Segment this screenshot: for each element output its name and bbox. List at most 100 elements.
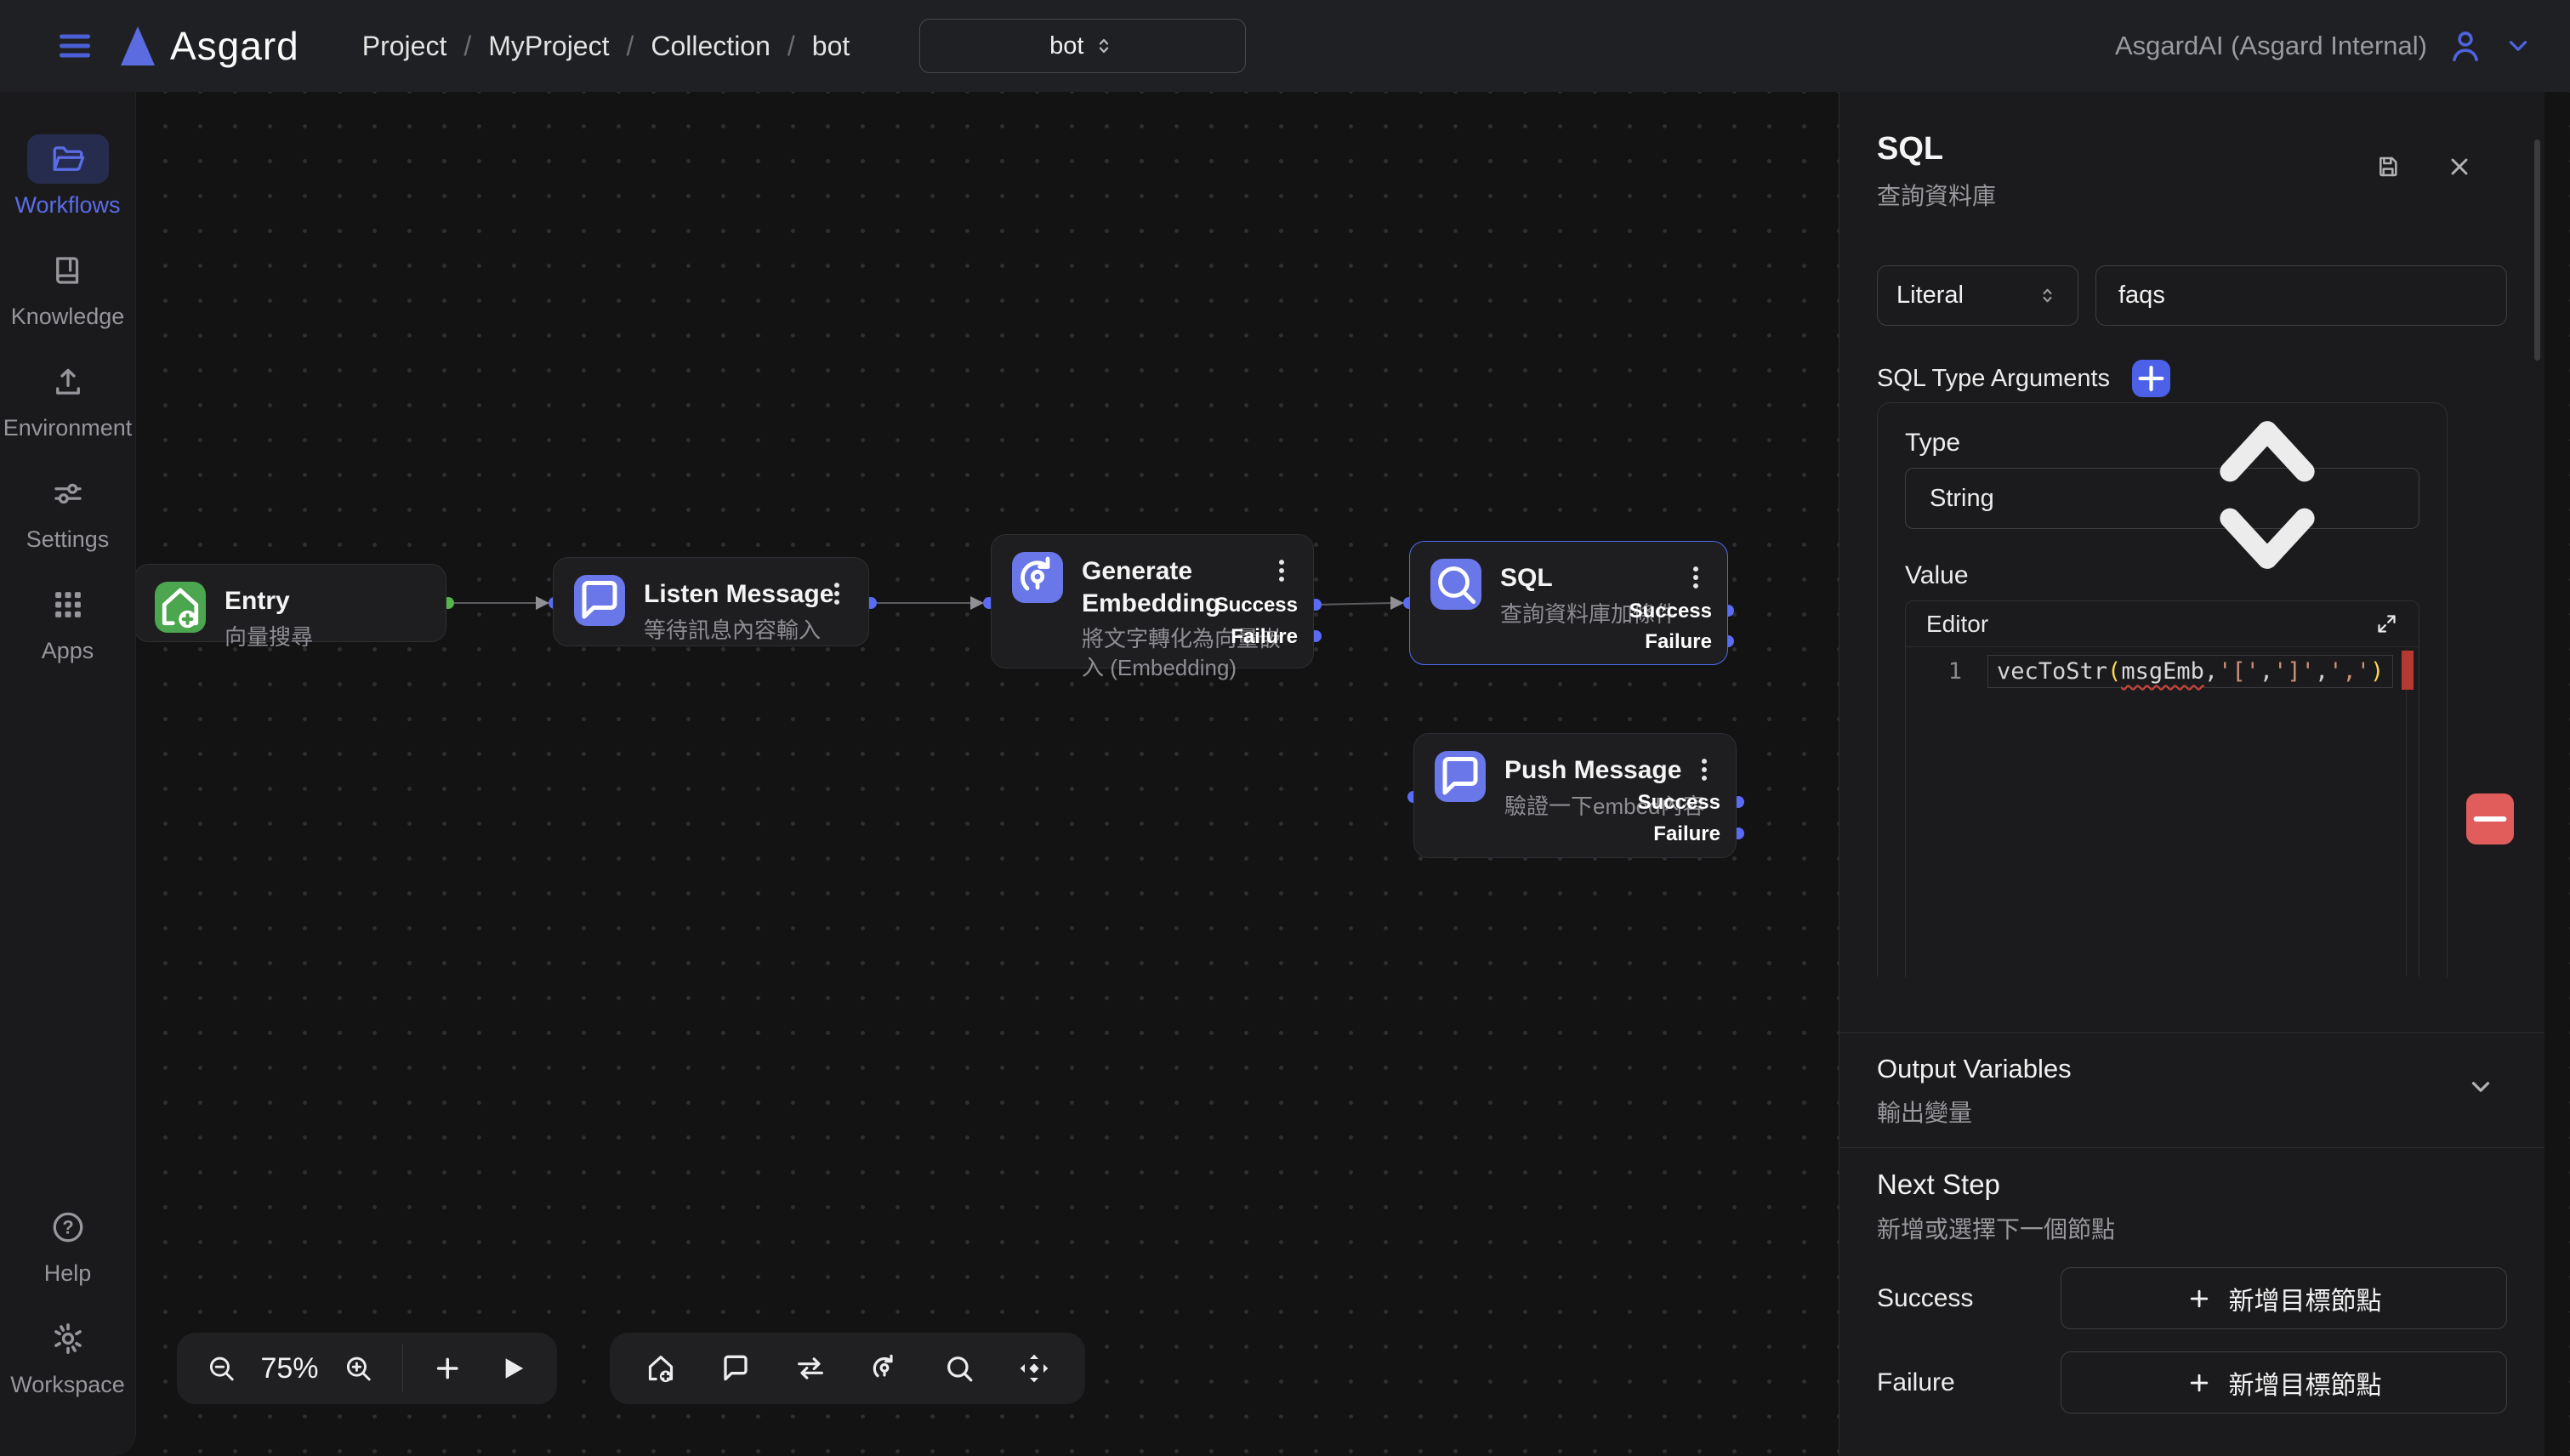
grid-icon (50, 587, 86, 623)
kebab-menu-icon[interactable] (822, 577, 851, 611)
folder-icon (50, 141, 86, 177)
bulb-refresh-icon (1012, 552, 1063, 603)
sidebar-item-workflows[interactable]: Workflows (0, 134, 136, 219)
editor-overview-ruler (2406, 649, 2407, 976)
value-label: Value (1905, 561, 2419, 590)
toolbar-chat-icon[interactable] (719, 1351, 753, 1385)
hamburger-menu-icon[interactable] (54, 26, 95, 66)
output-port-label-success: Success (1638, 791, 1720, 815)
zoom-out-button[interactable] (206, 1351, 237, 1385)
sql-type-arguments-label: SQL Type Arguments (1877, 365, 2110, 393)
editor-title: Editor (1926, 611, 1988, 638)
add-target-node-label: 新增目標節點 (2229, 1280, 2382, 1317)
output-port-label-failure: Failure (1231, 625, 1298, 649)
code-content: vecToStr(msgEmb,'[',']',',') (1987, 655, 2393, 688)
add-target-node-button[interactable]: 新增目標節點 (2061, 1351, 2507, 1413)
sidebar-item-environment[interactable]: Environment (0, 357, 136, 441)
breadcrumb-item-project[interactable]: Project (362, 31, 447, 62)
code-token: msgEmb (2121, 658, 2204, 685)
literal-select-value: Literal (1896, 282, 1964, 310)
sidebar-footer: ?Help Workspace (0, 1203, 136, 1456)
plus-icon (2186, 1370, 2212, 1396)
panel-subtitle: 查詢資料庫 (1877, 178, 2507, 212)
sidebar-item-knowledge[interactable]: Knowledge (0, 246, 136, 330)
code-token: ( (2107, 658, 2121, 685)
output-port-label-failure: Failure (1653, 822, 1720, 846)
kebab-menu-icon[interactable] (1267, 554, 1296, 588)
chevron-updown-icon (1092, 34, 1116, 58)
sidebar-item-apps[interactable]: Apps (0, 580, 136, 664)
editor-header: Editor (1906, 601, 2419, 647)
toolbar-house-plus-icon[interactable] (644, 1351, 678, 1385)
breadcrumb-separator: / (626, 31, 634, 62)
node-entry[interactable]: Entry向量搜尋 (134, 564, 446, 642)
sidebar-item-settings[interactable]: Settings (0, 469, 136, 553)
toolbar-swap-icon[interactable] (793, 1351, 827, 1385)
sidebar-item-label: Apps (42, 638, 94, 664)
line-number: 1 (1906, 658, 1987, 685)
toolbar-search-icon[interactable] (942, 1351, 976, 1385)
book-icon (50, 253, 86, 288)
breadcrumb-item-collection[interactable]: Collection (651, 31, 770, 62)
literal-type-select[interactable]: Literal (1877, 265, 2078, 326)
breadcrumb-item-myproject[interactable]: MyProject (488, 31, 609, 62)
panel-header: SQL 查詢資料庫 (1839, 92, 2544, 212)
code-editor[interactable]: Editor 1 vecToStr(msgEmb,'[',']',',') (1905, 600, 2419, 977)
toolbar-move-icon[interactable] (1017, 1351, 1051, 1385)
account-chevron-down-icon[interactable] (2504, 31, 2533, 60)
node-subtitle: 等待訊息內容輸入 (644, 617, 833, 646)
sidebar-item-label: Workflows (14, 192, 120, 219)
top-navbar: Asgard Project/MyProject/Collection/bot … (0, 0, 2570, 92)
node-subtitle: 向量搜尋 (225, 623, 313, 652)
next-step-title: Next Step (1877, 1169, 2507, 1201)
next-step-row-failure: Failure新增目標節點 (1877, 1351, 2507, 1413)
gear-icon (50, 1321, 86, 1356)
output-port-label-success: Success (1215, 594, 1298, 617)
type-select[interactable]: String (1905, 468, 2419, 529)
node-generate-embedding[interactable]: Generate Embedding將文字轉化為向量嵌入 (Embedding)… (991, 534, 1314, 668)
breadcrumb-item-bot[interactable]: bot (812, 31, 850, 62)
node-title: Listen Message (644, 578, 833, 611)
panel-body: Literal faqs SQL Type Arguments Type Str… (1839, 212, 2544, 977)
output-variables-title: Output Variables (1877, 1054, 2507, 1084)
code-token: ']' (2273, 658, 2315, 685)
type-select-value: String (1930, 485, 1994, 513)
add-target-node-button[interactable]: 新增目標節點 (2061, 1267, 2507, 1329)
remove-argument-button[interactable] (2466, 793, 2514, 845)
sidebar-item-label: Knowledge (11, 304, 125, 330)
output-port-label-success: Success (1629, 600, 1712, 623)
output-variables-section: Output Variables 輸出變量 (1839, 1032, 2544, 1147)
logo-triangle-icon (117, 24, 158, 68)
zoom-in-button[interactable] (343, 1351, 374, 1385)
close-icon[interactable] (2446, 153, 2473, 180)
sidebar-item-help[interactable]: ?Help (0, 1203, 136, 1287)
user-avatar-icon[interactable] (2446, 26, 2485, 65)
workflow-select[interactable]: bot (919, 19, 1246, 73)
code-line[interactable]: 1 vecToStr(msgEmb,'[',']',',') (1906, 655, 2419, 688)
node-push-message[interactable]: Push Message驗證一下embed內容SuccessFailure (1413, 733, 1737, 858)
upload-icon (50, 364, 86, 400)
code-token: , (2204, 658, 2218, 685)
collapse-chevron-icon[interactable] (2466, 1072, 2495, 1101)
sidebar-item-label: Help (44, 1260, 92, 1287)
argument-card: Type String Value Editor 1 vecToStr(msgE… (1877, 402, 2448, 977)
breadcrumb: Project/MyProject/Collection/bot (362, 31, 850, 62)
sliders-icon (50, 475, 86, 511)
expand-editor-icon[interactable] (2375, 612, 2398, 635)
kebab-menu-icon[interactable] (1681, 560, 1710, 594)
node-listen-message[interactable]: Listen Message 等待訊息內容輸入 (553, 557, 869, 646)
toolbar-bulb-refresh-icon[interactable] (867, 1351, 901, 1385)
code-token: ',' (2328, 658, 2370, 685)
save-icon[interactable] (2374, 153, 2402, 180)
value-name-input[interactable]: faqs (2095, 265, 2507, 326)
add-button[interactable] (432, 1351, 463, 1385)
house-plus-icon (155, 582, 206, 633)
breadcrumb-separator: / (787, 31, 795, 62)
workflow-select-value: bot (1049, 32, 1083, 60)
kebab-menu-icon[interactable] (1690, 753, 1719, 787)
node-title: Push Message (1504, 754, 1705, 787)
chat-icon (1435, 751, 1486, 802)
node-sql[interactable]: SQL查詢資料庫加條件SuccessFailure (1409, 541, 1728, 665)
run-workflow-button[interactable] (497, 1351, 528, 1385)
sidebar-item-workspace[interactable]: Workspace (0, 1314, 136, 1398)
